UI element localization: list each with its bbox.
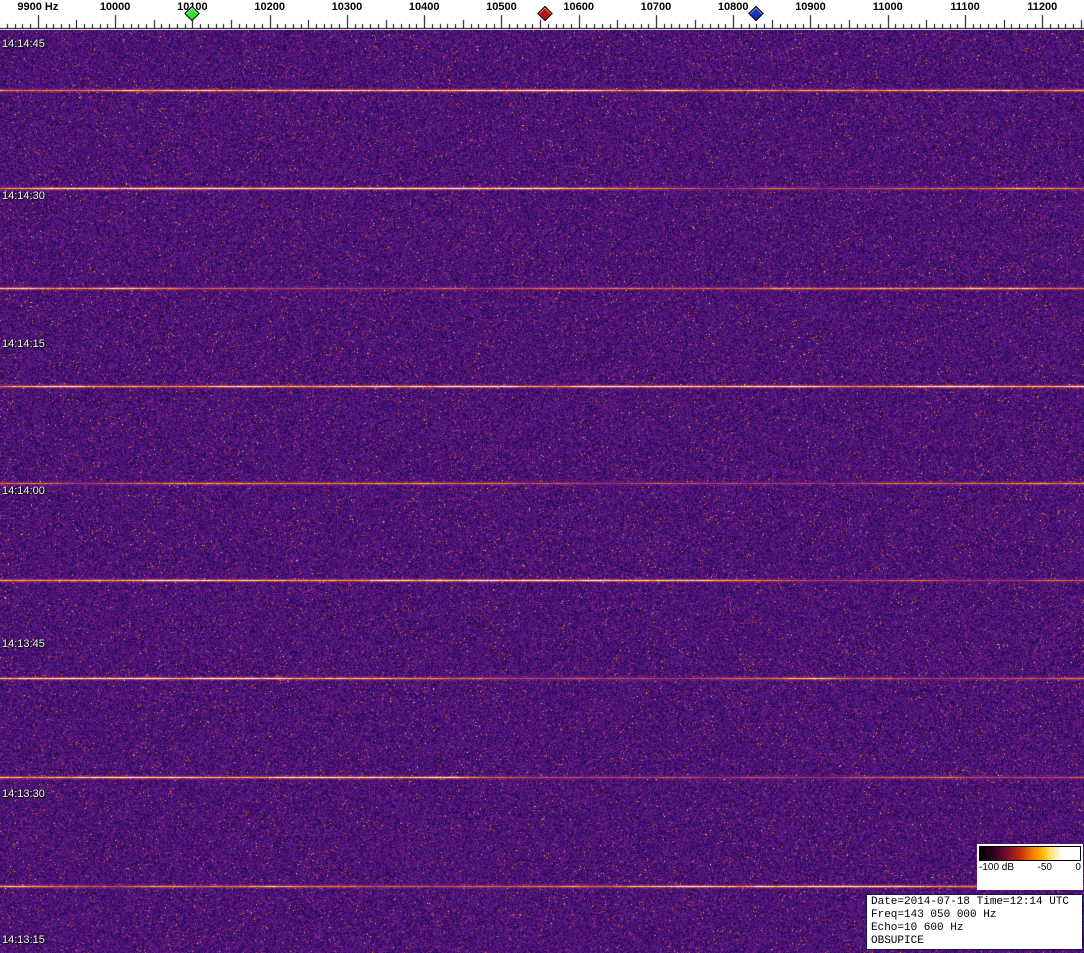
info-echo-line: Echo=10 600 Hz bbox=[871, 922, 964, 934]
waterfall-area[interactable]: 14:14:45 14:14:30 14:14:15 14:14:00 14:13:45… bbox=[0, 30, 1084, 953]
freq-tick-label: 10900 bbox=[795, 1, 826, 13]
observation-info-box: Date=2014-07-18 Time=12:14 UTC Freq=143 … bbox=[866, 894, 1083, 950]
freq-tick-label: 10200 bbox=[254, 1, 285, 13]
freq-tick-label: 10800 bbox=[717, 1, 749, 13]
waterfall-canvas bbox=[0, 30, 1084, 953]
waterfall-spectrogram-screen: 9900 Hz100001010010200103001040010500106… bbox=[0, 0, 1084, 953]
colorbar-legend: -100 dB -50 0 bbox=[977, 844, 1083, 890]
freq-tick-label: 10600 bbox=[563, 1, 594, 13]
info-freq-line: Freq=143 050 000 Hz bbox=[871, 909, 997, 921]
time-label: 14:13:15 bbox=[2, 934, 45, 946]
colorbar-max-label: 0 bbox=[1075, 862, 1081, 873]
time-label: 14:14:00 bbox=[2, 485, 45, 497]
time-label: 14:14:30 bbox=[2, 190, 45, 202]
freq-tick-label: 9900 Hz bbox=[17, 1, 59, 13]
freq-tick-label: 11100 bbox=[950, 1, 980, 13]
colorbar-mid-label: -50 bbox=[1037, 862, 1052, 873]
colorbar-labels: -100 dB -50 0 bbox=[979, 862, 1081, 873]
freq-tick-label: 10000 bbox=[99, 1, 131, 13]
time-label: 14:14:15 bbox=[2, 338, 45, 350]
colorbar-min-label: -100 dB bbox=[979, 862, 1015, 873]
freq-tick-label: 10300 bbox=[331, 1, 363, 13]
freq-tick-label: 11000 bbox=[872, 1, 903, 13]
colorbar-gradient bbox=[979, 846, 1081, 861]
freq-tick-label: 11200 bbox=[1027, 1, 1058, 13]
freq-tick-label: 10400 bbox=[408, 1, 440, 13]
info-station-line: OBSUPICE bbox=[871, 935, 924, 947]
info-date-line: Date=2014-07-18 Time=12:14 UTC bbox=[871, 896, 1070, 908]
frequency-ruler[interactable]: 9900 Hz100001010010200103001040010500106… bbox=[0, 0, 1084, 30]
time-label: 14:14:45 bbox=[2, 38, 45, 50]
freq-tick-label: 10700 bbox=[640, 1, 672, 13]
freq-tick-label: 10500 bbox=[486, 1, 517, 13]
time-label: 14:13:30 bbox=[2, 788, 45, 800]
time-label: 14:13:45 bbox=[2, 638, 45, 650]
